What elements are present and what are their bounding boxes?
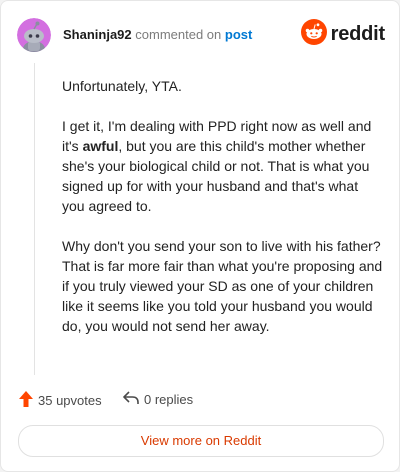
reddit-wordmark: reddit xyxy=(330,22,386,45)
reddit-brand[interactable]: reddit xyxy=(300,18,386,50)
comment-paragraph: I get it, I'm dealing with PPD right now… xyxy=(62,116,384,216)
comment-card: Shaninja92 commented on post reddit Unfo… xyxy=(0,0,400,472)
reddit-logo-icon xyxy=(300,18,327,50)
view-more-button[interactable]: View more on Reddit xyxy=(18,425,384,457)
thread-line xyxy=(34,63,35,375)
comment-paragraph: Why don't you send your son to live with… xyxy=(62,238,383,334)
username-link[interactable]: Shaninja92 xyxy=(63,27,132,42)
reply-arrow-icon[interactable] xyxy=(122,390,140,409)
reply-stat[interactable]: 0 replies xyxy=(122,390,193,409)
snoo-avatar-icon[interactable] xyxy=(17,18,51,52)
post-link[interactable]: post xyxy=(225,27,252,42)
emphasis-text: awful xyxy=(82,138,119,154)
comment-body: Unfortunately, YTA. I get it, I'm dealin… xyxy=(62,76,384,356)
reply-count: 0 replies xyxy=(144,392,194,407)
byline: Shaninja92 commented on post xyxy=(63,27,252,43)
upvote-arrow-icon[interactable] xyxy=(18,390,34,411)
comment-paragraph: Unfortunately, YTA. xyxy=(62,78,182,94)
upvote-stat[interactable]: 35 upvotes xyxy=(18,390,102,411)
comment-header: Shaninja92 commented on post reddit xyxy=(17,18,385,52)
upvote-count: 35 upvotes xyxy=(38,393,102,408)
action-text: commented on xyxy=(135,27,222,42)
